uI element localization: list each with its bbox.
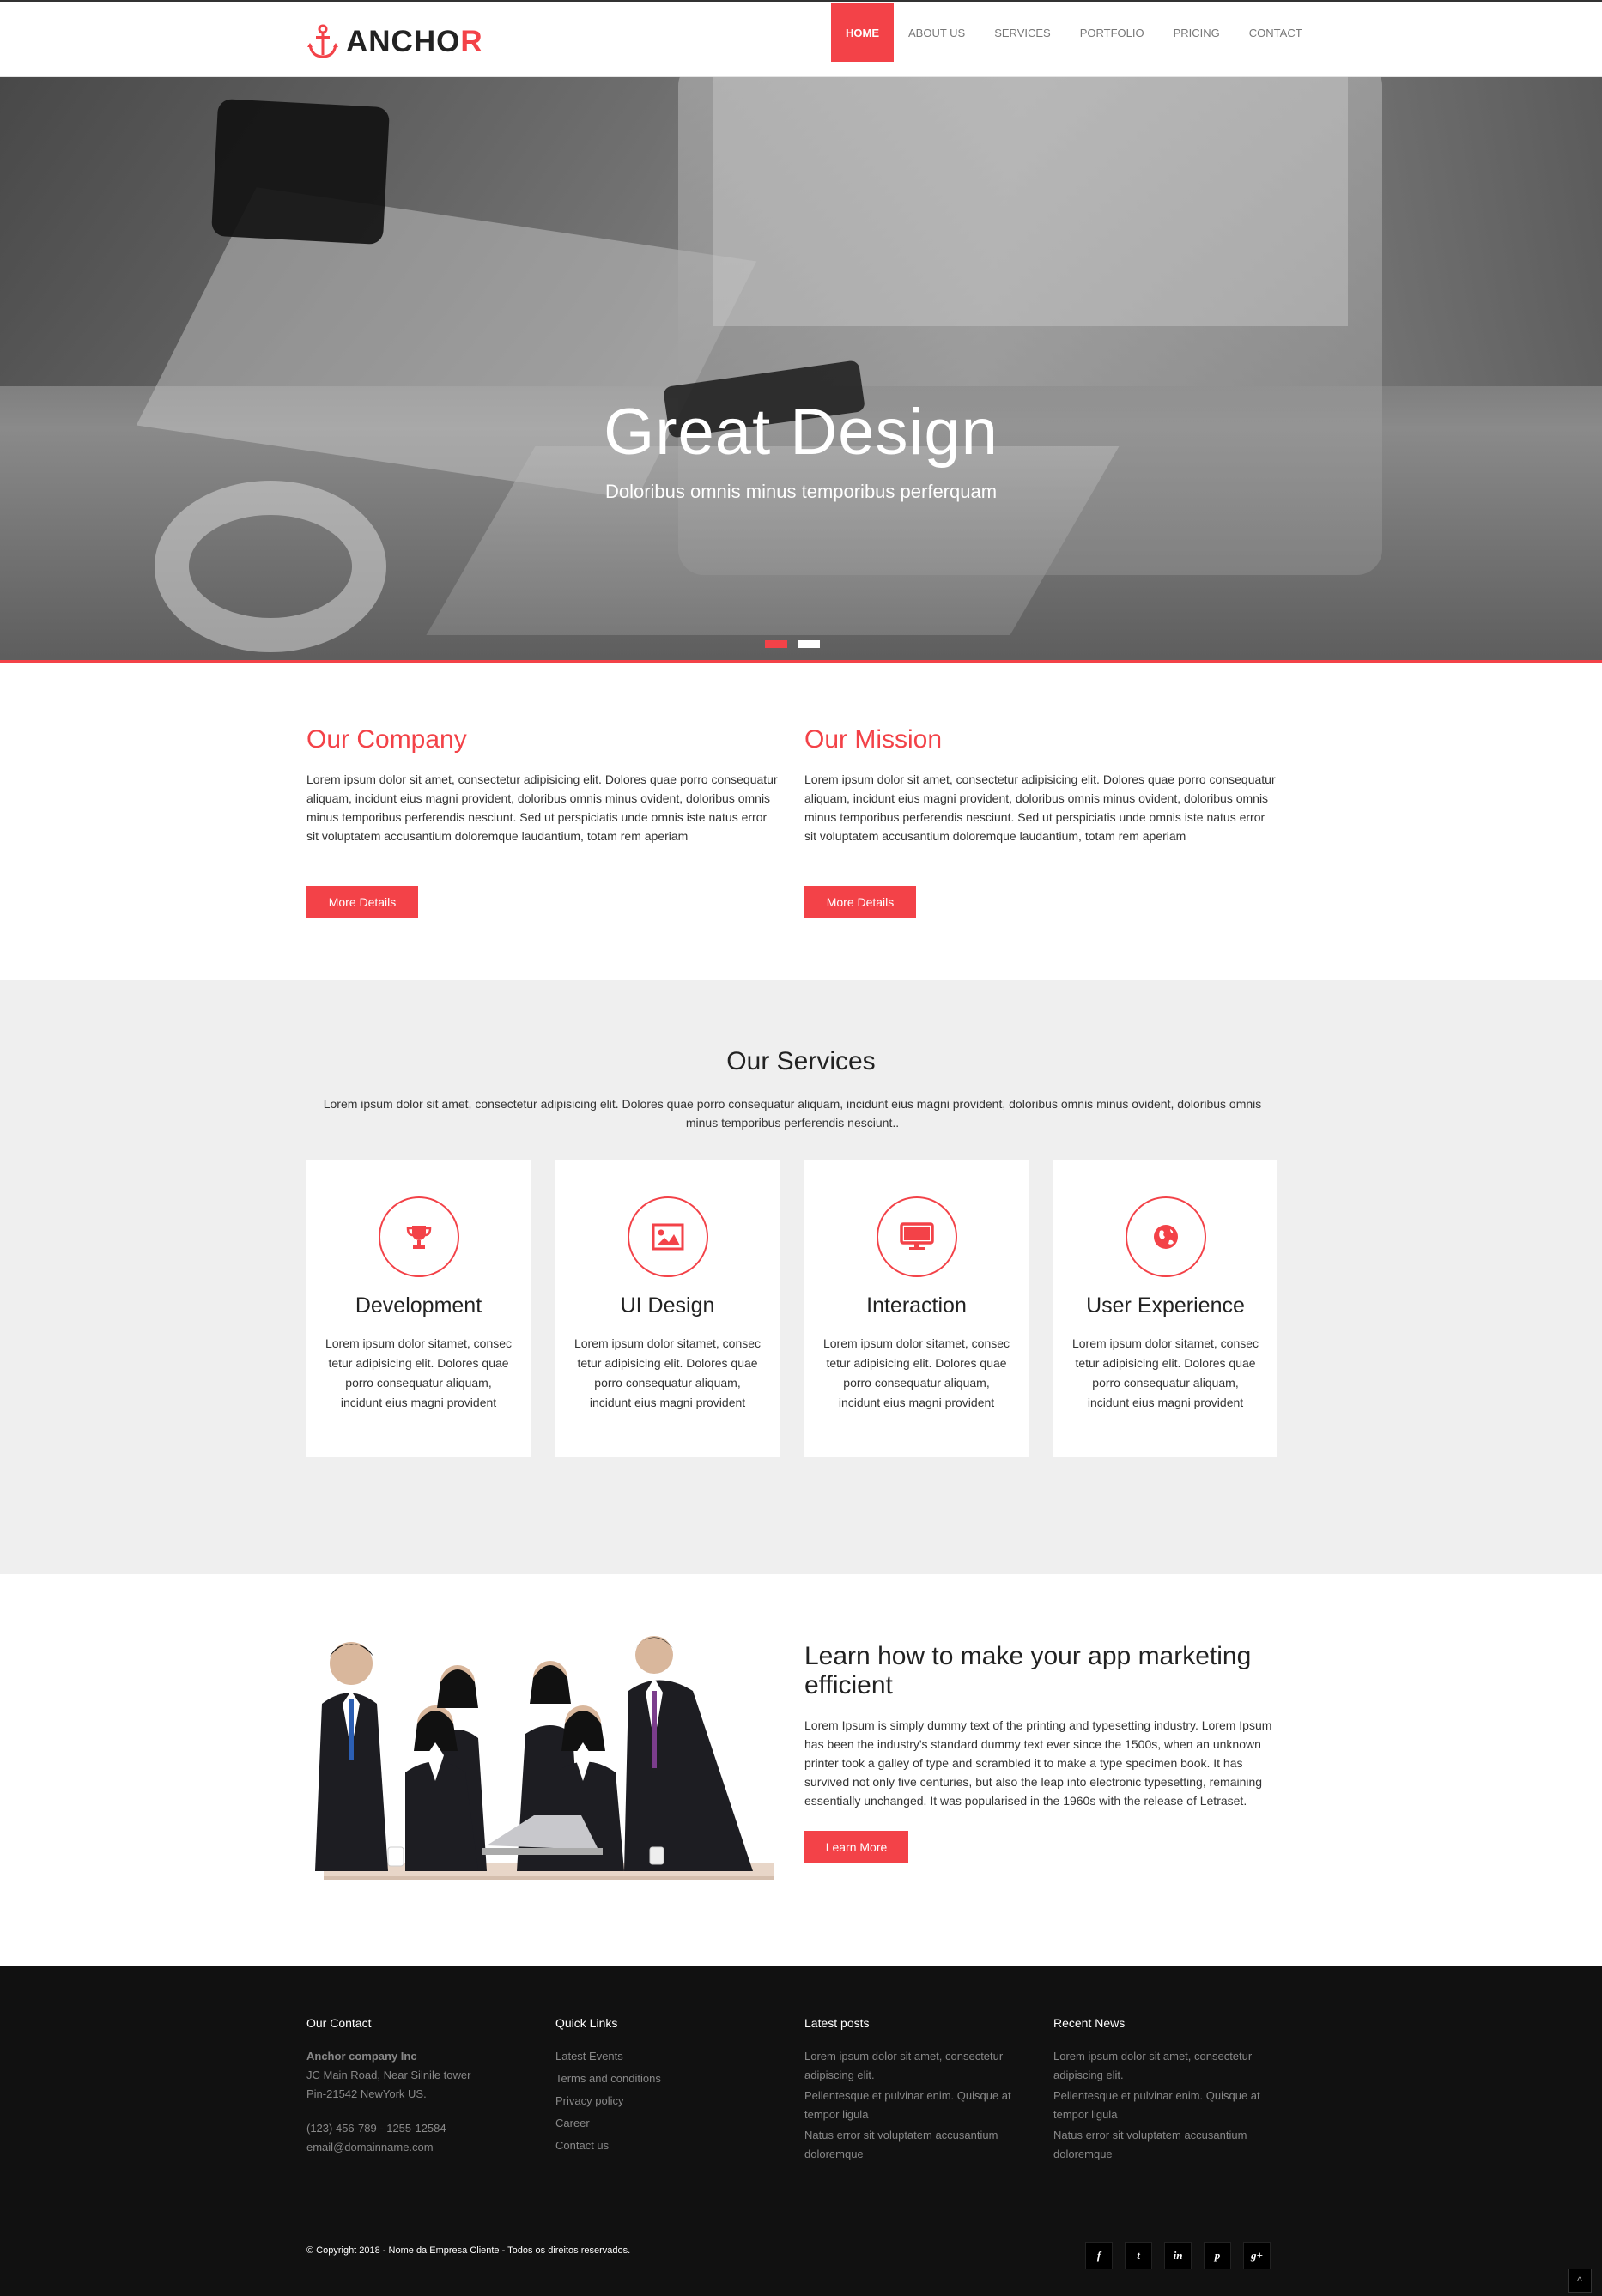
service-text: Lorem ipsum dolor sitamet, consec tetur … bbox=[822, 1336, 1010, 1409]
learn-more-button[interactable]: Learn More bbox=[804, 1831, 908, 1863]
linkedin-icon[interactable]: in bbox=[1164, 2242, 1192, 2269]
hero-device-image bbox=[210, 98, 391, 245]
social-links: f t in p g+ bbox=[1085, 2242, 1271, 2269]
mission-title: Our Mission bbox=[804, 725, 943, 754]
recent-news-item[interactable]: Natus error sit voluptatem accusantium d… bbox=[1053, 2126, 1277, 2164]
service-icon-circle bbox=[379, 1196, 459, 1277]
footer-link-career[interactable]: Career bbox=[555, 2114, 779, 2133]
slider-dot-2[interactable] bbox=[798, 640, 820, 648]
site-header: ANCHOR HOME ABOUT US SERVICES PORTFOLIO … bbox=[0, 0, 1602, 77]
footer-link-terms[interactable]: Terms and conditions bbox=[555, 2069, 779, 2088]
recent-news-item[interactable]: Lorem ipsum dolor sit amet, consectetur … bbox=[1053, 2047, 1277, 2085]
team-photo bbox=[315, 1636, 774, 1880]
services-description: Lorem ipsum dolor sit amet, consectetur … bbox=[323, 1097, 1262, 1130]
copyright-text: © Copyright 2018 - Nome da Empresa Clien… bbox=[306, 2245, 631, 2256]
footer-link-privacy[interactable]: Privacy policy bbox=[555, 2092, 779, 2111]
latest-post-item[interactable]: Lorem ipsum dolor sit amet, consectetur … bbox=[804, 2047, 1028, 2085]
footer-link-contact[interactable]: Contact us bbox=[555, 2136, 779, 2155]
hero-screen-image bbox=[713, 77, 1348, 326]
contact-phone: (123) 456-789 - 1255-12584 bbox=[306, 2122, 446, 2135]
mission-text: Lorem ipsum dolor sit amet, consectetur … bbox=[804, 772, 1276, 843]
footer-latest-posts-title: Latest posts bbox=[804, 2016, 870, 2030]
service-title: Interaction bbox=[866, 1293, 967, 1318]
contact-address-line-2: Pin-21542 NewYork US. bbox=[306, 2087, 427, 2100]
footer-contact: Our Contact Anchor company Inc JC Main R… bbox=[306, 2016, 530, 2157]
footer-recent-news: Recent News Lorem ipsum dolor sit amet, … bbox=[1053, 2016, 1277, 2166]
latest-post-item[interactable]: Pellentesque et pulvinar enim. Quisque a… bbox=[804, 2087, 1028, 2124]
service-text: Lorem ipsum dolor sitamet, consec tetur … bbox=[1071, 1336, 1259, 1409]
image-icon bbox=[652, 1223, 684, 1251]
contact-company: Anchor company Inc bbox=[306, 2050, 417, 2063]
hero-title: Great Design bbox=[604, 396, 998, 469]
trophy-icon bbox=[406, 1226, 432, 1249]
footer-quick-links-title: Quick Links bbox=[555, 2016, 618, 2030]
learn-text: Lorem Ipsum is simply dummy text of the … bbox=[804, 1718, 1272, 1808]
company-text: Lorem ipsum dolor sit amet, consectetur … bbox=[306, 772, 778, 843]
service-title: User Experience bbox=[1086, 1293, 1245, 1318]
nav-portfolio[interactable]: PORTFOLIO bbox=[1065, 3, 1159, 62]
site-footer bbox=[0, 1966, 1602, 2296]
footer-contact-title: Our Contact bbox=[306, 2016, 372, 2030]
contact-email[interactable]: email@domainname.com bbox=[306, 2138, 530, 2157]
service-title: UI Design bbox=[620, 1293, 715, 1318]
company-more-details-button[interactable]: More Details bbox=[306, 886, 418, 918]
service-card-ui-design[interactable]: UI Design Lorem ipsum dolor sitamet, con… bbox=[555, 1160, 780, 1457]
footer-latest-posts: Latest posts Lorem ipsum dolor sit amet,… bbox=[804, 2016, 1028, 2166]
globe-icon bbox=[1154, 1225, 1178, 1249]
service-icon-circle bbox=[877, 1196, 957, 1277]
service-text: Lorem ipsum dolor sitamet, consec tetur … bbox=[325, 1336, 513, 1409]
brand-name: ANCHOR bbox=[346, 25, 483, 58]
service-card-interaction[interactable]: Interaction Lorem ipsum dolor sitamet, c… bbox=[804, 1160, 1029, 1457]
nav-pricing[interactable]: PRICING bbox=[1159, 3, 1235, 62]
company-block: Our Company Lorem ipsum dolor sit amet, … bbox=[306, 725, 780, 918]
service-icon-circle bbox=[1126, 1196, 1206, 1277]
anchor-icon bbox=[307, 24, 338, 58]
footer-link-latest-events[interactable]: Latest Events bbox=[555, 2047, 779, 2066]
footer-recent-news-title: Recent News bbox=[1053, 2016, 1126, 2030]
pinterest-icon[interactable]: p bbox=[1204, 2242, 1231, 2269]
desktop-icon bbox=[900, 1222, 934, 1250]
service-title: Development bbox=[355, 1293, 482, 1318]
company-title: Our Company bbox=[306, 725, 467, 754]
hero-slider: Great Design Doloribus omnis minus tempo… bbox=[0, 77, 1602, 663]
footer-quick-links: Quick Links Latest Events Terms and cond… bbox=[555, 2016, 779, 2159]
service-card-development[interactable]: Development Lorem ipsum dolor sitamet, c… bbox=[306, 1160, 531, 1457]
hero-keyboard-image bbox=[426, 446, 1120, 635]
facebook-icon[interactable]: f bbox=[1085, 2242, 1113, 2269]
mission-block: Our Mission Lorem ipsum dolor sit amet, … bbox=[804, 725, 1278, 918]
back-to-top-button[interactable]: ^ bbox=[1568, 2269, 1592, 2293]
slider-dot-1[interactable] bbox=[765, 640, 787, 648]
nav-contact[interactable]: CONTACT bbox=[1235, 3, 1317, 62]
hero-accent-bar bbox=[0, 660, 1602, 663]
services-title: Our Services bbox=[726, 1047, 876, 1075]
nav-about-us[interactable]: ABOUT US bbox=[894, 3, 980, 62]
recent-news-item[interactable]: Pellentesque et pulvinar enim. Quisque a… bbox=[1053, 2087, 1277, 2124]
mission-more-details-button[interactable]: More Details bbox=[804, 886, 916, 918]
latest-post-item[interactable]: Natus error sit voluptatem accusantium d… bbox=[804, 2126, 1028, 2164]
brand-logo[interactable]: ANCHOR bbox=[306, 22, 483, 62]
slider-indicators bbox=[765, 640, 820, 648]
service-text: Lorem ipsum dolor sitamet, consec tetur … bbox=[573, 1336, 762, 1409]
hero-headphone-image bbox=[155, 481, 386, 652]
hero-subtitle: Doloribus omnis minus temporibus perferq… bbox=[604, 481, 998, 502]
nav-home[interactable]: HOME bbox=[831, 3, 894, 62]
google-plus-icon[interactable]: g+ bbox=[1243, 2242, 1271, 2269]
contact-address-line-1: JC Main Road, Near Silnile tower bbox=[306, 2069, 471, 2081]
nav-services[interactable]: SERVICES bbox=[980, 3, 1065, 62]
learn-title: Learn how to make your app marketing eff… bbox=[804, 1642, 1252, 1699]
main-nav: HOME ABOUT US SERVICES PORTFOLIO PRICING… bbox=[831, 3, 1317, 62]
service-icon-circle bbox=[628, 1196, 708, 1277]
service-card-user-experience[interactable]: User Experience Lorem ipsum dolor sitame… bbox=[1053, 1160, 1277, 1457]
twitter-icon[interactable]: t bbox=[1125, 2242, 1152, 2269]
